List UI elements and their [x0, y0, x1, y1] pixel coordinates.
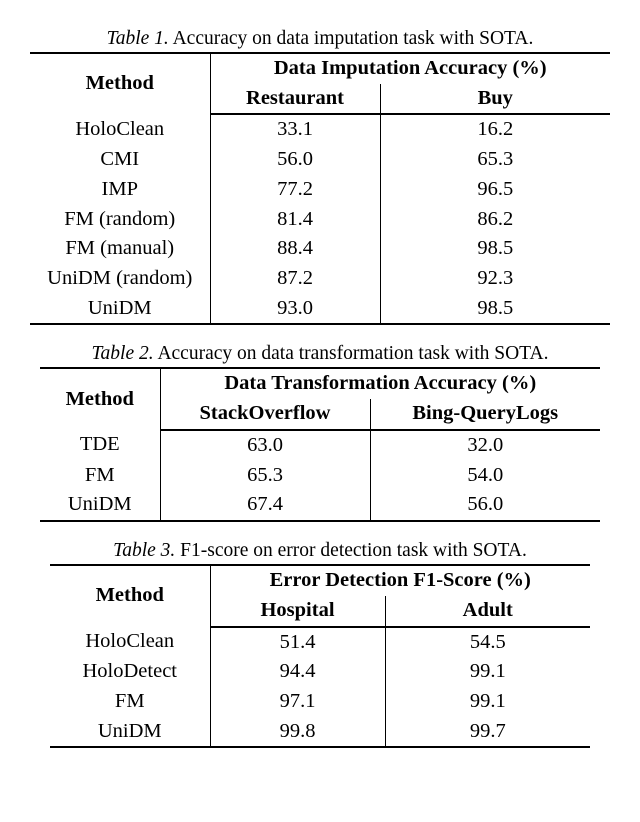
table-row: HoloClean51.454.5 — [50, 627, 590, 658]
col2-header: Buy — [380, 84, 610, 115]
method-header: Method — [50, 565, 210, 626]
table1-caption-rest: Accuracy on data imputation task with SO… — [169, 28, 534, 49]
accuracy-header: Data Transformation Accuracy (%) — [160, 368, 600, 399]
table-row: UniDM93.098.5 — [30, 294, 610, 325]
accuracy-header: Data Imputation Accuracy (%) — [210, 53, 610, 84]
table-row: UniDM (random)87.292.3 — [30, 264, 610, 294]
table-row: IMP77.296.5 — [30, 175, 610, 205]
table3-caption-prefix: Table 3. — [113, 540, 175, 561]
table-row: UniDM67.456.0 — [40, 490, 600, 521]
method-header: Method — [40, 368, 160, 429]
col1-header: Restaurant — [210, 84, 380, 115]
table2-caption-prefix: Table 2. — [92, 343, 154, 364]
col2-header: Bing-QueryLogs — [370, 399, 600, 430]
table1-caption: Table 1. Accuracy on data imputation tas… — [20, 28, 620, 50]
table-row: Method Data Transformation Accuracy (%) — [40, 368, 600, 399]
table2-caption: Table 2. Accuracy on data transformation… — [20, 343, 620, 365]
table-row: FM (random)81.486.2 — [30, 205, 610, 235]
table1-caption-prefix: Table 1. — [107, 28, 169, 49]
table-row: CMI56.065.3 — [30, 145, 610, 175]
table3-caption-rest: F1-score on error detection task with SO… — [175, 540, 527, 561]
table-row: FM (manual)88.498.5 — [30, 234, 610, 264]
col2-header: Adult — [385, 596, 590, 627]
accuracy-header: Error Detection F1-Score (%) — [210, 565, 590, 596]
table-row: Method Data Imputation Accuracy (%) — [30, 53, 610, 84]
col1-header: Hospital — [210, 596, 385, 627]
table-row: HoloClean33.116.2 — [30, 114, 610, 145]
table-row: FM97.199.1 — [50, 687, 590, 717]
table2: Method Data Transformation Accuracy (%) … — [40, 367, 600, 522]
table-row: Method Error Detection F1-Score (%) — [50, 565, 590, 596]
table3-caption: Table 3. F1-score on error detection tas… — [20, 540, 620, 562]
table1: Method Data Imputation Accuracy (%) Rest… — [30, 52, 610, 325]
table3: Method Error Detection F1-Score (%) Hosp… — [50, 564, 590, 748]
table-row: TDE63.032.0 — [40, 430, 600, 461]
table-row: UniDM99.899.7 — [50, 717, 590, 748]
table-row: FM65.354.0 — [40, 461, 600, 491]
method-header: Method — [30, 53, 210, 114]
table-row: HoloDetect94.499.1 — [50, 657, 590, 687]
col1-header: StackOverflow — [160, 399, 370, 430]
table2-caption-rest: Accuracy on data transformation task wit… — [154, 343, 549, 364]
